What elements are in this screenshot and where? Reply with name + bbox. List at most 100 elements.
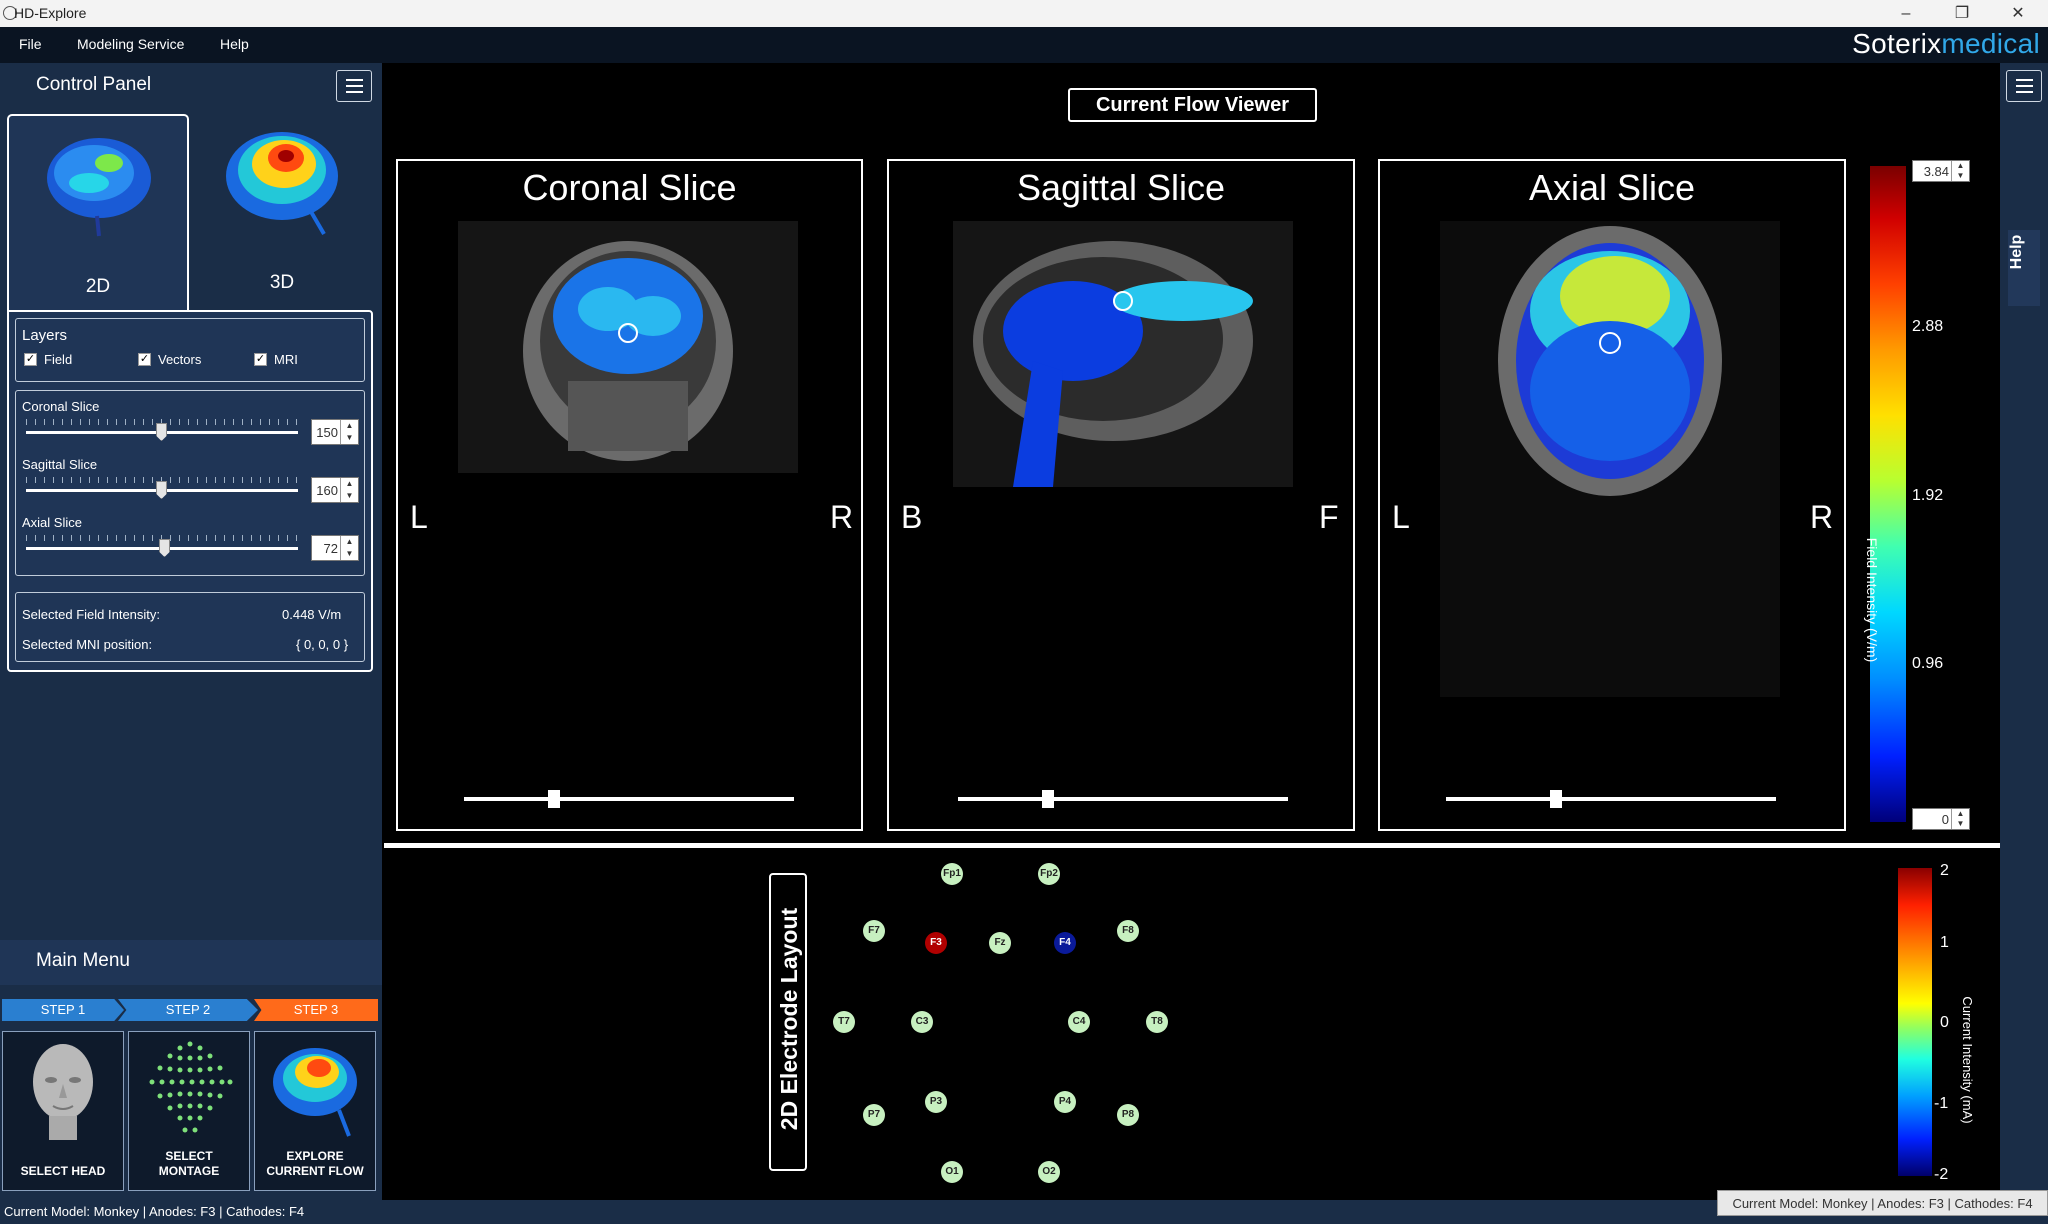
control-panel-title: Control Panel <box>36 74 152 95</box>
title-bar: HD-Explore – ❐ ✕ <box>0 0 2048 27</box>
menu-help[interactable]: Help <box>220 36 249 52</box>
electrode-fp1[interactable]: Fp1 <box>941 863 963 885</box>
help-tab-label: Help <box>2008 234 2025 270</box>
menu-bar: File Modeling Service Help <box>0 27 2048 63</box>
spin-down-icon[interactable]: ▼ <box>340 432 358 444</box>
sagittal-panel-slider-thumb[interactable] <box>1042 790 1054 808</box>
coronal-panel-slider[interactable] <box>464 797 794 801</box>
axial-panel-slider[interactable] <box>1446 797 1776 801</box>
viewer-divider[interactable] <box>384 843 2000 848</box>
spin-up-icon[interactable]: ▲ <box>340 478 358 490</box>
step-1[interactable]: STEP 1 <box>2 999 124 1021</box>
tab-2d[interactable]: 2D <box>7 114 189 314</box>
mri-label: MRI <box>274 352 298 367</box>
sagittal-slider-label: Sagittal Slice <box>22 457 98 472</box>
coronal-slice-title: Coronal Slice <box>522 167 737 208</box>
spin-down-icon[interactable]: ▼ <box>1951 819 1969 829</box>
sagittal-panel-slider[interactable] <box>958 797 1288 801</box>
help-tab[interactable]: Help <box>2008 230 2040 306</box>
spin-up-icon[interactable]: ▲ <box>340 536 358 548</box>
colorbar-unit-label: Field Intensity (V/m) <box>1864 537 1880 663</box>
sagittal-slice-title: Sagittal Slice <box>1016 167 1226 208</box>
electrode-fz[interactable]: Fz <box>989 932 1011 954</box>
coronal-slider-label: Coronal Slice <box>22 399 100 414</box>
axial-panel-slider-thumb[interactable] <box>1550 790 1562 808</box>
axial-spinbox[interactable]: 72 ▲ ▼ <box>311 535 359 561</box>
minimize-button[interactable]: – <box>1884 0 1928 27</box>
colorbar-max-spinbox[interactable]: 3.84 ▲ ▼ <box>1912 160 1970 182</box>
sagittal-slice-image <box>953 221 1293 487</box>
list-icon-line <box>346 85 363 87</box>
select-head-card[interactable]: SELECT HEAD <box>2 1031 124 1191</box>
coronal-slider-thumb[interactable] <box>156 423 167 441</box>
select-montage-card[interactable]: SELECT MONTAGE <box>128 1031 250 1191</box>
step-2[interactable]: STEP 2 <box>118 999 258 1021</box>
menu-modeling-service[interactable]: Modeling Service <box>77 36 184 52</box>
spin-up-icon[interactable]: ▲ <box>1951 161 1969 171</box>
electrode-t8[interactable]: T8 <box>1146 1011 1168 1033</box>
electrode-p8[interactable]: P8 <box>1117 1104 1139 1126</box>
tab-2d-label: 2D <box>85 276 111 297</box>
axial-slice-panel[interactable]: Axial Slice L R <box>1378 159 1846 831</box>
tab-3d-label: 3D <box>269 272 295 293</box>
axial-right-label: R <box>1810 499 1834 535</box>
current-colorbar-tick-minus2: -2 <box>1934 1166 1949 1183</box>
electrode-p7[interactable]: P7 <box>863 1104 885 1126</box>
electrode-c3[interactable]: C3 <box>911 1011 933 1033</box>
coronal-slice-panel[interactable]: Coronal Slice L R <box>396 159 863 831</box>
layers-group: Layers ✓ Field ✓ Vectors ✓ MRI <box>15 318 365 382</box>
colorbar-tick-0.96: 0.96 <box>1912 655 1944 672</box>
electrode-p3[interactable]: P3 <box>925 1091 947 1113</box>
explore-current-flow-card[interactable]: EXPLORE CURRENT FLOW <box>254 1031 376 1191</box>
list-icon <box>346 79 363 81</box>
sagittal-slider-thumb[interactable] <box>156 481 167 499</box>
mni-position-value: { 0, 0, 0 } <box>296 637 349 652</box>
menu-file[interactable]: File <box>19 36 42 52</box>
spin-up-icon[interactable]: ▲ <box>340 420 358 432</box>
mri-checkbox[interactable]: ✓ <box>254 353 267 366</box>
mni-position-label: Selected MNI position: <box>22 637 153 652</box>
colorbar-min-spinbox[interactable]: 0 ▲ ▼ <box>1912 808 1970 830</box>
tab-3d[interactable]: 3D <box>192 114 372 310</box>
electrode-t7[interactable]: T7 <box>833 1011 855 1033</box>
brain-3d-icon <box>226 132 338 236</box>
electrode-f8[interactable]: F8 <box>1117 920 1139 942</box>
electrode-layout-title-box: 2D Electrode Layout <box>769 873 807 1171</box>
sagittal-spinbox[interactable]: 160 ▲ ▼ <box>311 477 359 503</box>
sagittal-left-label: B <box>901 499 923 535</box>
electrode-c4[interactable]: C4 <box>1068 1011 1090 1033</box>
viewer-title: Current Flow Viewer <box>1068 88 1317 122</box>
select-head-label: SELECT HEAD <box>20 1164 106 1178</box>
electrode-fp2[interactable]: Fp2 <box>1038 863 1060 885</box>
axial-slider-label: Axial Slice <box>22 515 82 530</box>
step-3[interactable]: STEP 3 <box>254 999 378 1021</box>
coronal-panel-slider-thumb[interactable] <box>548 790 560 808</box>
electrode-o2[interactable]: O2 <box>1038 1161 1060 1183</box>
control-panel-menu-button[interactable] <box>336 70 372 102</box>
main-menu-title: Main Menu <box>36 950 130 971</box>
axial-slider-thumb[interactable] <box>159 539 170 557</box>
spin-up-icon[interactable]: ▲ <box>1951 809 1969 819</box>
spin-down-icon[interactable]: ▼ <box>340 548 358 560</box>
main-menu-header: Main Menu <box>0 940 382 985</box>
sagittal-spinbox-value: 160 <box>316 483 338 498</box>
axial-left-label: L <box>1392 499 1410 535</box>
field-checkbox[interactable]: ✓ <box>24 353 37 366</box>
vectors-checkbox[interactable]: ✓ <box>138 353 151 366</box>
maximize-button[interactable]: ❐ <box>1940 0 1984 27</box>
spin-down-icon[interactable]: ▼ <box>340 490 358 502</box>
electrode-o1[interactable]: O1 <box>941 1161 963 1183</box>
spin-down-icon[interactable]: ▼ <box>1951 171 1969 181</box>
electrode-f4-cathode[interactable]: F4 <box>1054 932 1076 954</box>
explore-label-2: CURRENT FLOW <box>266 1164 364 1178</box>
electrode-f3-anode[interactable]: F3 <box>925 932 947 954</box>
close-button[interactable]: ✕ <box>1996 0 2040 27</box>
layers-title: Layers <box>22 327 68 344</box>
colorbar-min-value: 0 <box>1941 812 1949 827</box>
right-panel-menu-button[interactable] <box>2006 70 2042 102</box>
coronal-spinbox[interactable]: 150 ▲ ▼ <box>311 419 359 445</box>
electrode-f7[interactable]: F7 <box>863 920 885 942</box>
electrode-p4[interactable]: P4 <box>1054 1091 1076 1113</box>
axial-spinbox-value: 72 <box>323 541 338 556</box>
sagittal-slice-panel[interactable]: Sagittal Slice B F <box>887 159 1355 831</box>
